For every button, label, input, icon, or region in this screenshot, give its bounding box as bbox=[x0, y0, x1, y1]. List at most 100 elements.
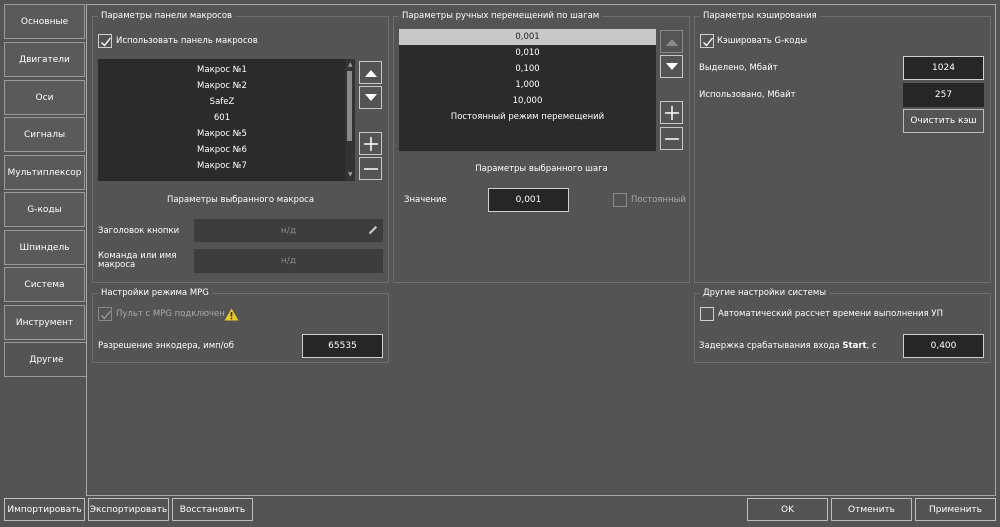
arrow-down-icon bbox=[364, 93, 377, 101]
remove-macro-button[interactable] bbox=[359, 157, 382, 180]
start-delay-label-unit: , с bbox=[866, 341, 877, 351]
arrow-up-icon bbox=[364, 69, 377, 77]
selected-macro-title: Параметры выбранного макроса bbox=[166, 195, 315, 205]
apply-label: Применить bbox=[929, 504, 982, 515]
list-item[interactable]: Постоянный режим перемещений bbox=[399, 109, 656, 125]
list-item[interactable]: 1,000 bbox=[399, 77, 656, 93]
cancel-label: Отменить bbox=[848, 504, 895, 515]
list-item[interactable]: 601 bbox=[98, 110, 346, 126]
tab-gcodes[interactable]: G-коды bbox=[4, 192, 85, 227]
macro-panel-title: Параметры панели макросов bbox=[98, 11, 236, 21]
mpg-connected-label: Пульт с MPG подключен bbox=[116, 309, 225, 319]
apply-button[interactable]: Применить bbox=[915, 498, 996, 521]
command-label: Команда или имя макроса bbox=[98, 251, 177, 270]
tab-label: Система bbox=[24, 279, 65, 290]
import-button[interactable]: Импортировать bbox=[4, 498, 85, 521]
use-macro-panel-checkbox[interactable] bbox=[98, 34, 112, 48]
allocated-field[interactable]: 1024 bbox=[903, 56, 984, 80]
used-label: Использовано, Мбайт bbox=[699, 90, 796, 100]
minus-icon bbox=[363, 167, 378, 170]
button-caption-value: н/д bbox=[280, 225, 297, 236]
list-item[interactable]: Макрос №2 bbox=[98, 78, 346, 94]
arrow-up-icon bbox=[665, 38, 678, 46]
used-value: 257 bbox=[934, 90, 953, 100]
tab-label: Инструмент bbox=[15, 317, 74, 328]
remove-step-button[interactable] bbox=[660, 127, 683, 150]
cancel-button[interactable]: Отменить bbox=[831, 498, 912, 521]
tab-label: Сигналы bbox=[23, 129, 66, 140]
cache-gcodes-checkbox[interactable] bbox=[700, 34, 714, 48]
tab-label: Основные bbox=[20, 16, 69, 27]
arrow-down-icon bbox=[665, 62, 678, 70]
add-step-button[interactable] bbox=[660, 101, 683, 124]
steps-list[interactable]: 0,001 0,010 0,100 1,000 10,000 Постоянны… bbox=[399, 29, 656, 151]
used-field: 257 bbox=[903, 83, 984, 107]
plus-icon bbox=[664, 105, 679, 120]
step-move-down-button[interactable] bbox=[660, 55, 683, 78]
tab-other[interactable]: Другие bbox=[4, 342, 88, 377]
list-item[interactable]: Макрос №5 bbox=[98, 126, 346, 142]
tab-label: Шпиндель bbox=[19, 242, 70, 253]
mpg-connected-checkbox[interactable] bbox=[98, 307, 112, 321]
start-delay-label-bold: Start bbox=[842, 341, 867, 351]
plus-icon bbox=[363, 136, 378, 151]
encoder-resolution-field[interactable]: 65535 bbox=[302, 334, 383, 358]
list-item[interactable]: 0,100 bbox=[399, 61, 656, 77]
move-up-button[interactable] bbox=[359, 61, 382, 84]
move-down-button[interactable] bbox=[359, 86, 382, 109]
encoder-resolution-value: 65535 bbox=[328, 341, 357, 351]
tab-general[interactable]: Основные bbox=[4, 4, 85, 39]
scroll-up-icon[interactable]: ▲ bbox=[348, 61, 353, 68]
list-item[interactable]: SafeZ bbox=[98, 94, 346, 110]
step-value-field[interactable]: 0,001 bbox=[488, 188, 569, 212]
tab-spindle[interactable]: Шпиндель bbox=[4, 230, 85, 265]
start-delay-field[interactable]: 0,400 bbox=[903, 334, 984, 358]
tab-label: G-коды bbox=[27, 204, 62, 215]
import-label: Импортировать bbox=[7, 504, 82, 515]
add-macro-button[interactable] bbox=[359, 132, 382, 155]
command-value: н/д bbox=[280, 256, 297, 266]
tab-system[interactable]: Система bbox=[4, 267, 85, 302]
tab-tool[interactable]: Инструмент bbox=[4, 305, 85, 340]
allocated-value: 1024 bbox=[932, 63, 955, 73]
tab-label: Двигатели bbox=[19, 54, 70, 65]
cache-title: Параметры кэширования bbox=[700, 11, 820, 21]
list-item[interactable]: 10,000 bbox=[399, 93, 656, 109]
step-value: 0,001 bbox=[515, 195, 542, 205]
tab-axes[interactable]: Оси bbox=[4, 80, 85, 115]
auto-calc-checkbox[interactable] bbox=[700, 307, 714, 321]
list-item[interactable]: Макрос №7 bbox=[98, 158, 346, 174]
check-icon bbox=[101, 37, 112, 47]
scrollbar[interactable]: ▲ ▼ bbox=[345, 59, 355, 181]
list-item[interactable]: 0,010 bbox=[399, 45, 656, 61]
command-field[interactable]: н/д bbox=[194, 249, 383, 273]
jog-steps-title: Параметры ручных перемещений по шагам bbox=[399, 11, 603, 21]
start-delay-value: 0,400 bbox=[930, 341, 957, 351]
scrollbar-thumb[interactable] bbox=[347, 71, 352, 141]
export-label: Экспортировать bbox=[89, 504, 168, 515]
button-caption-field[interactable]: н/д bbox=[194, 219, 383, 242]
list-item[interactable]: 0,001 bbox=[399, 29, 656, 45]
tab-label: Оси bbox=[35, 92, 54, 103]
ok-label: OK bbox=[781, 504, 794, 515]
auto-calc-label: Автоматический рассчет времени выполнени… bbox=[718, 309, 943, 319]
list-item[interactable]: Макрос №6 bbox=[98, 142, 346, 158]
tab-multiplexer[interactable]: Мультиплексор bbox=[4, 155, 85, 190]
tab-signals[interactable]: Сигналы bbox=[4, 117, 85, 152]
pencil-icon[interactable] bbox=[368, 225, 378, 235]
start-delay-label-text: Задержка срабатывания входа bbox=[699, 341, 843, 351]
step-move-up-button[interactable] bbox=[660, 30, 683, 53]
list-item[interactable]: Макрос №1 bbox=[98, 62, 346, 78]
restore-button[interactable]: Восстановить bbox=[172, 498, 253, 521]
tab-label: Мультиплексор bbox=[7, 167, 82, 178]
macro-list[interactable]: Макрос №1 Макрос №2 SafeZ 601 Макрос №5 … bbox=[98, 59, 355, 181]
button-caption-label: Заголовок кнопки bbox=[98, 226, 180, 236]
start-delay-label: Задержка срабатывания входа Start, с bbox=[699, 341, 877, 351]
constant-checkbox[interactable] bbox=[613, 193, 627, 207]
tab-motors[interactable]: Двигатели bbox=[4, 42, 85, 77]
scroll-down-icon[interactable]: ▼ bbox=[348, 171, 353, 178]
minus-icon bbox=[664, 137, 679, 140]
ok-button[interactable]: OK bbox=[747, 498, 828, 521]
export-button[interactable]: Экспортировать bbox=[88, 498, 169, 521]
clear-cache-button[interactable]: Очистить кэш bbox=[903, 109, 984, 133]
